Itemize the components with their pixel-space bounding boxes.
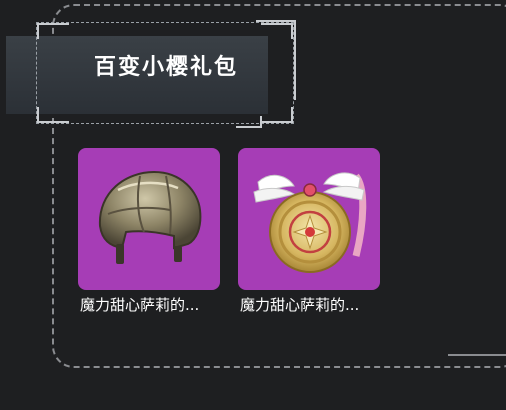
item-card-backpack[interactable] [238,148,380,290]
decor-line [236,126,262,128]
divider [448,354,506,356]
item-card-helmet[interactable] [78,148,220,290]
helmet-icon [98,170,202,264]
item-label: 魔力甜心萨莉的... [80,296,200,314]
winged-backpack-icon [253,172,367,273]
item-label: 魔力甜心萨莉的... [240,296,360,314]
frame-corner [37,107,69,123]
decor-line [256,20,296,22]
frame-corner [261,107,293,123]
page-title: 百变小樱礼包 [93,55,238,80]
